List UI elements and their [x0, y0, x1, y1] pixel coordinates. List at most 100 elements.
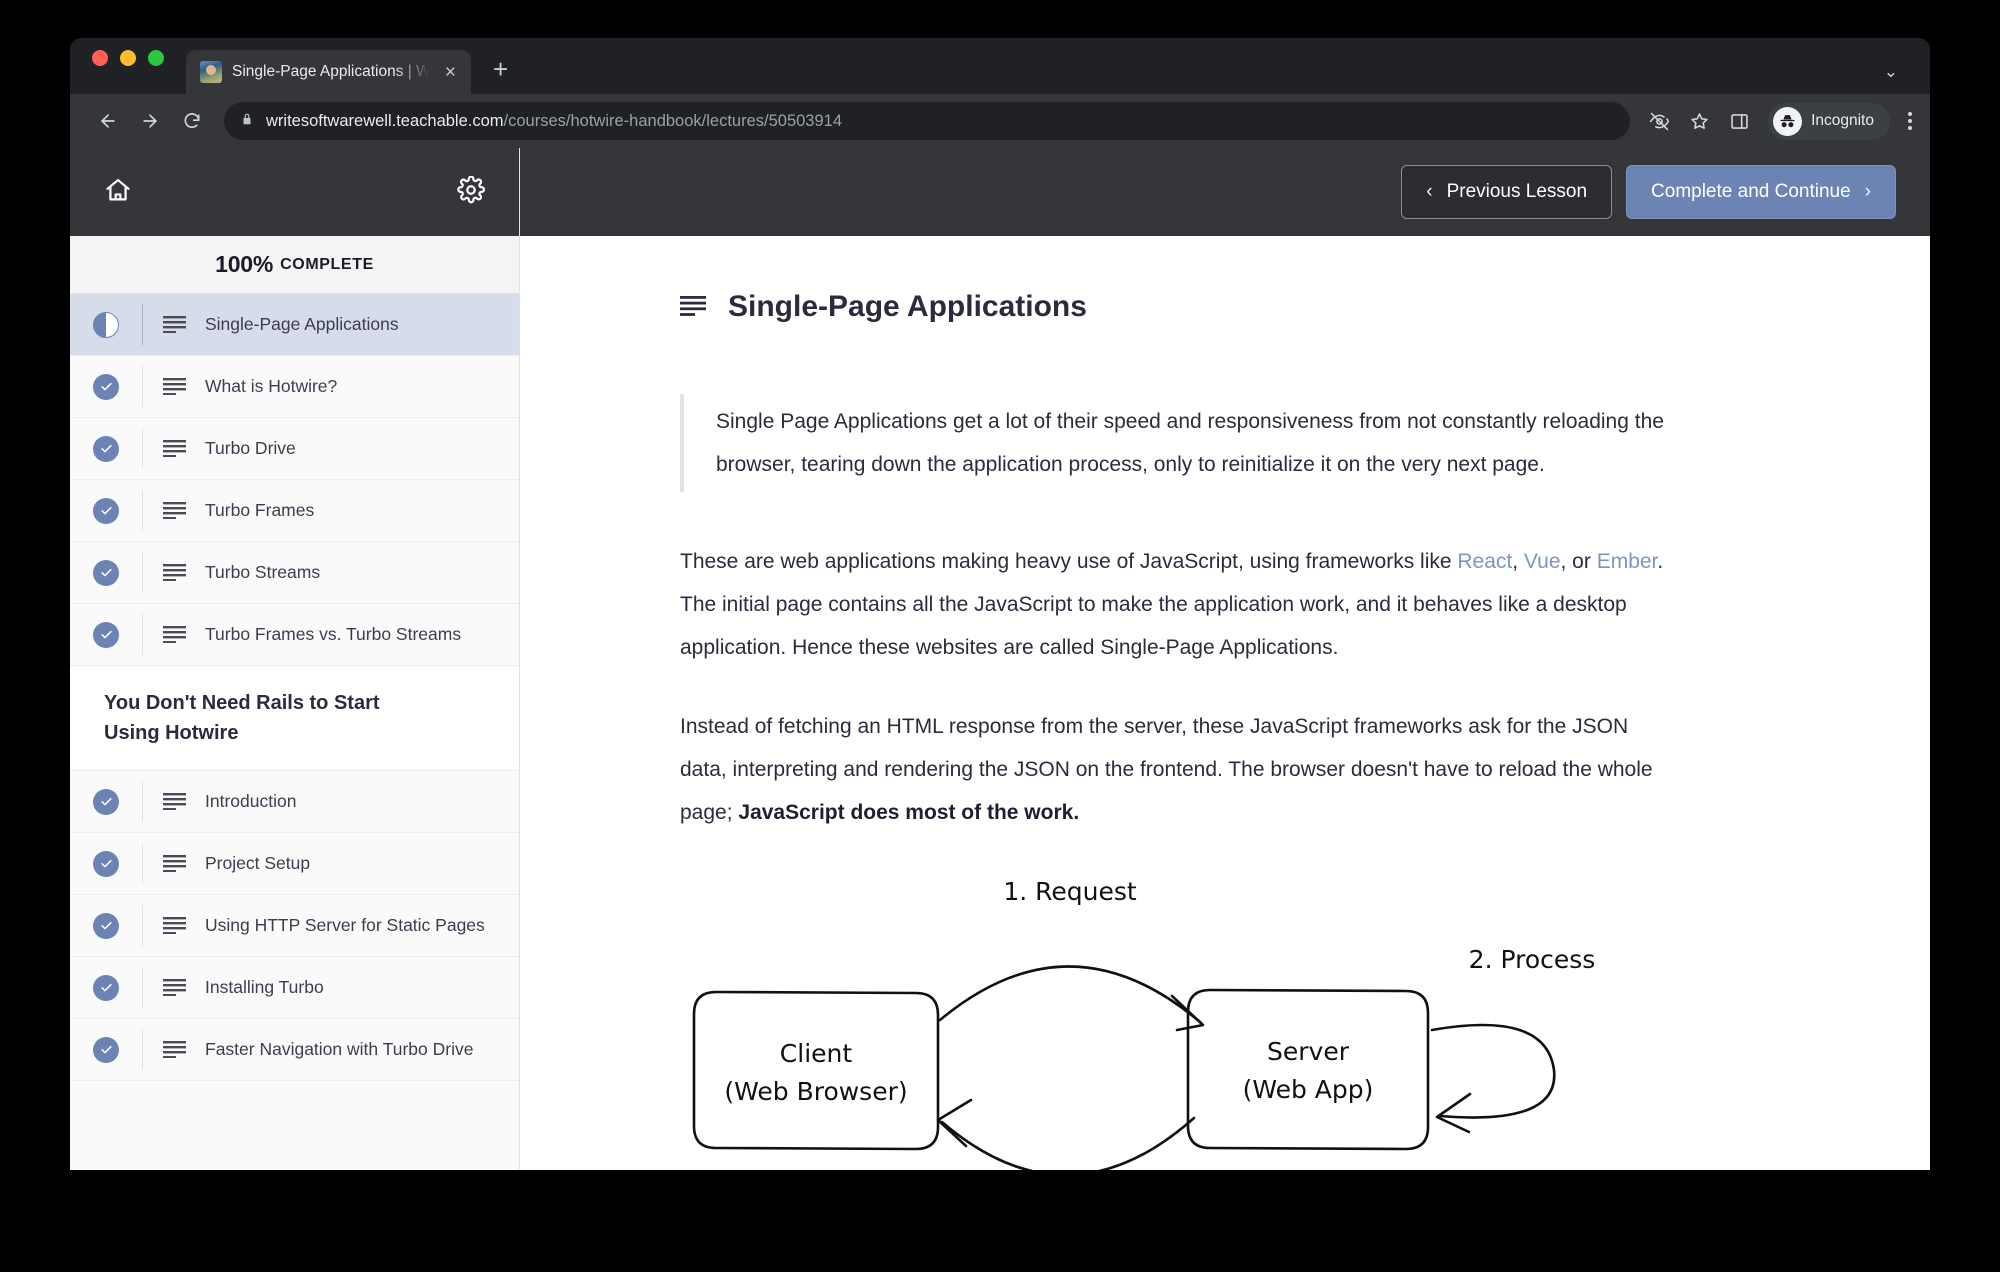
diagram-server-line2: (Web App): [1243, 1075, 1374, 1104]
side-panel-icon[interactable]: [1722, 104, 1756, 138]
lesson-lines-icon: [143, 440, 205, 457]
url-path: /courses/hotwire-handbook/lectures/50503…: [504, 112, 842, 130]
request-response-diagram: Client (Web Browser) Server (Web App): [680, 870, 1680, 1170]
previous-lesson-label: Previous Lesson: [1447, 181, 1587, 203]
check-icon: [93, 913, 119, 939]
sidebar-item-using-http-server-for-static-pages[interactable]: Using HTTP Server for Static Pages: [70, 895, 519, 957]
lesson-lines-icon: [143, 793, 205, 810]
page-title: Single-Page Applications: [680, 290, 1680, 324]
profile-label: Incognito: [1811, 112, 1874, 130]
sidebar-item-turbo-frames[interactable]: Turbo Frames: [70, 480, 519, 542]
lesson-toolbar: ‹ Previous Lesson Complete and Continue …: [520, 148, 1930, 236]
diagram-client-line1: Client: [780, 1039, 853, 1068]
lesson-lines-icon: [143, 855, 205, 872]
page-title-text: Single-Page Applications: [728, 290, 1087, 324]
lesson-lines-icon: [680, 290, 706, 324]
sidebar-item-label: Turbo Frames: [205, 500, 314, 521]
sidebar-item-single-page-applications[interactable]: Single-Page Applications: [70, 294, 519, 356]
new-tab-button[interactable]: +: [493, 56, 508, 82]
sidebar-item-turbo-drive[interactable]: Turbo Drive: [70, 418, 519, 480]
window-controls: [92, 38, 164, 94]
check-icon: [93, 498, 119, 524]
lesson-lines-icon: [143, 917, 205, 934]
diagram-server-line1: Server: [1267, 1037, 1350, 1066]
maximize-window-button[interactable]: [148, 50, 164, 66]
address-bar[interactable]: writesoftwarewell.teachable.com/courses/…: [224, 102, 1630, 140]
lesson-main: ‹ Previous Lesson Complete and Continue …: [520, 148, 1930, 1170]
link-ember[interactable]: Ember: [1597, 550, 1658, 573]
previous-lesson-button[interactable]: ‹ Previous Lesson: [1401, 165, 1612, 219]
minimize-window-button[interactable]: [120, 50, 136, 66]
tab-strip: Single-Page Applications | Wri × + ⌄: [70, 38, 1930, 94]
chevron-right-icon: ›: [1865, 181, 1871, 203]
diagram-node-client: Client (Web Browser): [694, 992, 938, 1149]
sidebar-section-title: You Don't Need Rails to Start Using Hotw…: [104, 688, 434, 748]
page-content: The Hotwire Architecture 100% COMPLETE S…: [70, 148, 1930, 1170]
sidebar-item-installing-turbo[interactable]: Installing Turbo: [70, 957, 519, 1019]
chevron-left-icon: ‹: [1426, 181, 1432, 203]
star-icon[interactable]: [1682, 104, 1716, 138]
lesson-lines-icon: [143, 316, 205, 333]
lesson-blockquote: Single Page Applications get a lot of th…: [680, 394, 1680, 492]
check-icon: [93, 789, 119, 815]
link-vue[interactable]: Vue: [1524, 550, 1561, 573]
sidebar-item-label: Using HTTP Server for Static Pages: [205, 915, 485, 936]
lesson-lines-icon: [143, 564, 205, 581]
lesson-lines-icon: [143, 502, 205, 519]
complete-and-continue-button[interactable]: Complete and Continue ›: [1626, 165, 1896, 219]
blockquote-text: Single Page Applications get a lot of th…: [716, 400, 1680, 486]
check-icon: [93, 560, 119, 586]
check-icon: [93, 851, 119, 877]
back-arrow-icon[interactable]: [88, 101, 128, 141]
check-icon: [93, 622, 119, 648]
sidebar-item-label: Turbo Frames vs. Turbo Streams: [205, 624, 461, 645]
lesson-lines-icon: [143, 1041, 205, 1058]
incognito-icon: [1773, 107, 1802, 136]
complete-and-continue-label: Complete and Continue: [1651, 181, 1851, 203]
browser-tab[interactable]: Single-Page Applications | Wri ×: [186, 50, 471, 94]
gear-icon[interactable]: [457, 176, 485, 209]
reload-icon[interactable]: [172, 101, 212, 141]
sidebar-item-introduction[interactable]: Introduction: [70, 771, 519, 833]
forward-arrow-icon[interactable]: [130, 101, 170, 141]
sidebar-item-label: Faster Navigation with Turbo Drive: [205, 1039, 473, 1060]
sidebar-section-heading: You Don't Need Rails to Start Using Hotw…: [70, 666, 519, 771]
close-tab-icon[interactable]: ×: [440, 60, 461, 85]
sidebar-item-label: Project Setup: [205, 853, 310, 874]
diagram-label-process: 2. Process: [1469, 945, 1596, 974]
close-window-button[interactable]: [92, 50, 108, 66]
diagram-node-server: Server (Web App): [1188, 990, 1428, 1149]
sidebar-item-label: Turbo Drive: [205, 438, 296, 459]
eye-off-icon[interactable]: [1642, 104, 1676, 138]
sidebar-item-label: Turbo Streams: [205, 562, 320, 583]
profile-chip[interactable]: Incognito: [1768, 103, 1890, 140]
sidebar-item-label: Single-Page Applications: [205, 314, 399, 335]
home-icon[interactable]: [104, 176, 132, 209]
lesson-article: Single-Page Applications Single Page App…: [520, 236, 1930, 1170]
sidebar-item-turbo-frames-vs-turbo-streams[interactable]: Turbo Frames vs. Turbo Streams: [70, 604, 519, 666]
check-icon: [93, 374, 119, 400]
kebab-menu-icon[interactable]: [1904, 108, 1916, 134]
sidebar-item-project-setup[interactable]: Project Setup: [70, 833, 519, 895]
chevron-down-icon[interactable]: ⌄: [1884, 62, 1898, 82]
course-sidebar: The Hotwire Architecture 100% COMPLETE S…: [70, 148, 520, 1170]
sidebar-item-turbo-streams[interactable]: Turbo Streams: [70, 542, 519, 604]
check-icon: [93, 1037, 119, 1063]
paragraph-frameworks: These are web applications making heavy …: [680, 540, 1680, 669]
omnibox-toolbar: writesoftwarewell.teachable.com/courses/…: [70, 94, 1930, 148]
tab-title: Single-Page Applications | Wri: [232, 63, 430, 81]
favicon-icon: [200, 61, 222, 83]
link-react[interactable]: React: [1457, 550, 1512, 573]
lesson-lines-icon: [143, 378, 205, 395]
paragraph-text-before: These are web applications making heavy …: [680, 550, 1457, 573]
sidebar-item-what-is-hotwire[interactable]: What is Hotwire?: [70, 356, 519, 418]
check-icon: [93, 436, 119, 462]
lesson-lines-icon: [143, 979, 205, 996]
sidebar-item-faster-navigation-with-turbo-drive[interactable]: Faster Navigation with Turbo Drive: [70, 1019, 519, 1081]
sidebar-item-label: Installing Turbo: [205, 977, 324, 998]
omnibox-actions: Incognito: [1642, 103, 1916, 140]
paragraph-json: Instead of fetching an HTML response fro…: [680, 705, 1680, 834]
paragraph-sep-2: , or: [1561, 550, 1597, 573]
url-text: writesoftwarewell.teachable.com/courses/…: [266, 112, 842, 131]
paragraph-emphasis: JavaScript does most of the work.: [738, 801, 1079, 824]
